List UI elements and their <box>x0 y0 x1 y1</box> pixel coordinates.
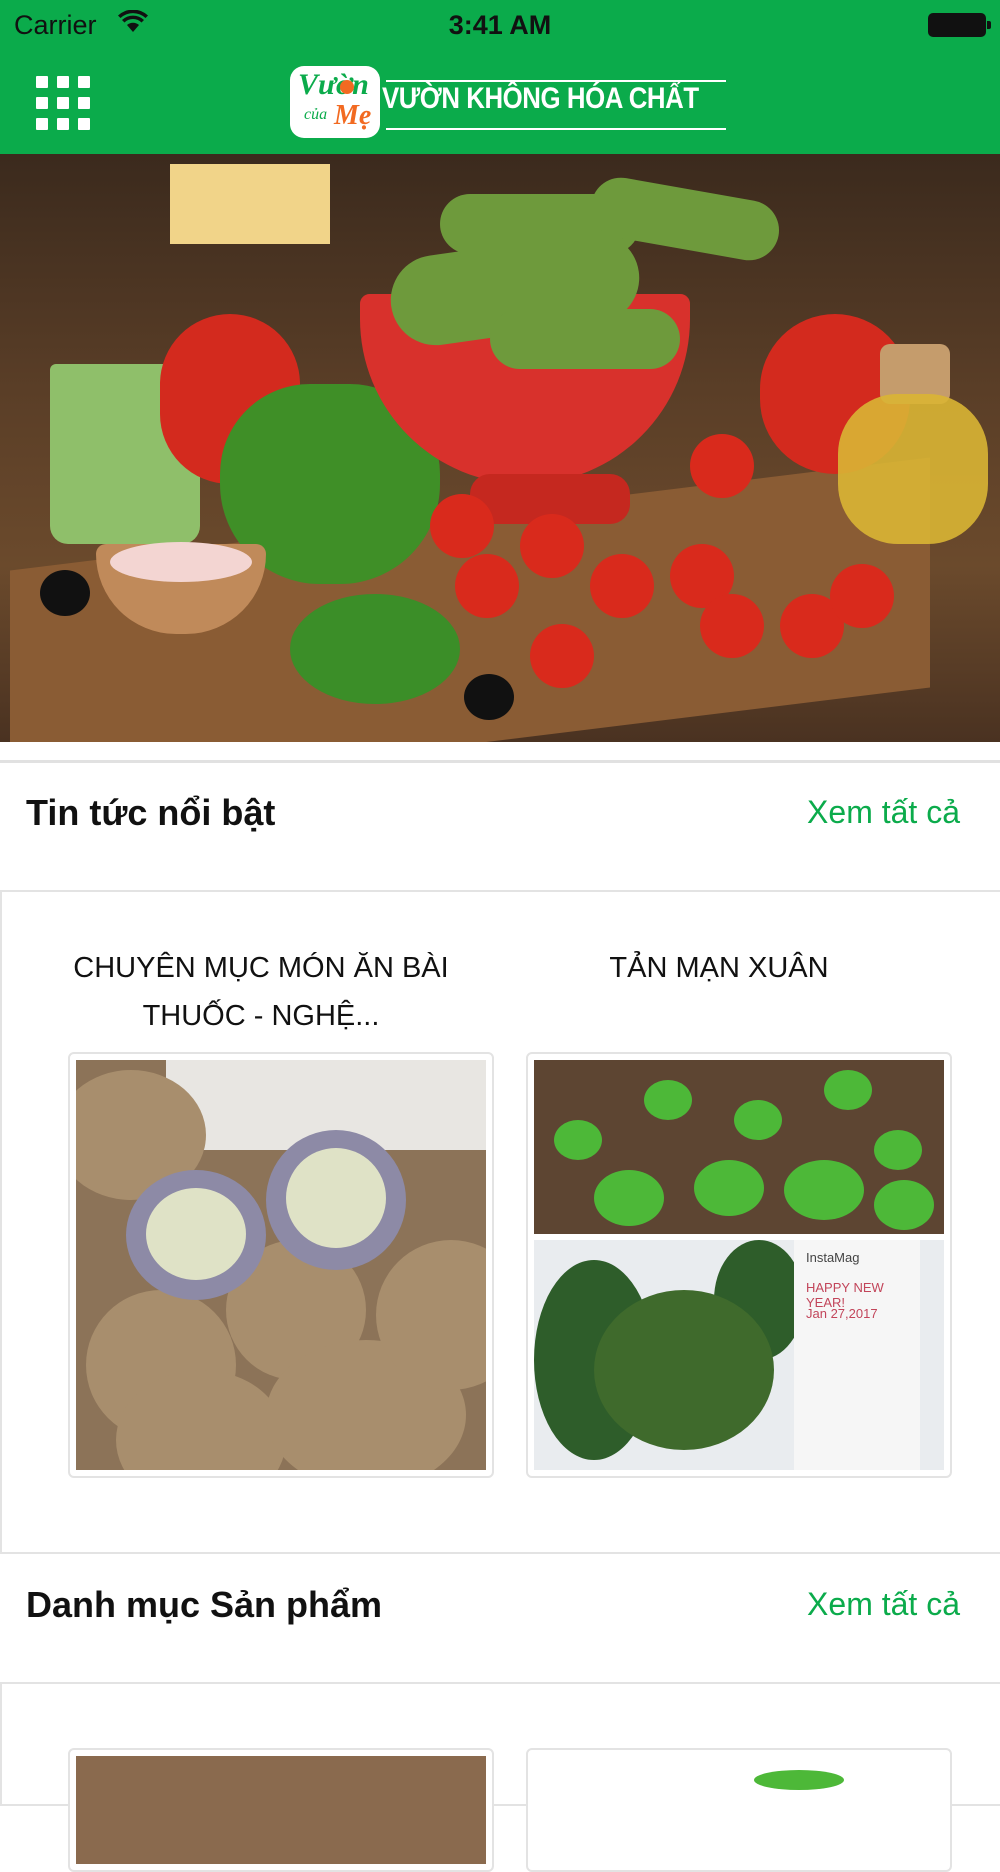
lettuce <box>874 1180 934 1230</box>
app-header: Vườn của Mẹ VƯỜN KHÔNG HÓA CHẤT <box>0 52 1000 154</box>
news-carousel: CHUYÊN MỤC MÓN ĂN BÀI THUỐC - NGHỆ... TẢ… <box>0 890 1000 1554</box>
parsley <box>290 594 460 704</box>
tomato <box>520 514 584 578</box>
app-logo: Vườn của Mẹ VƯỜN KHÔNG HÓA CHẤT <box>286 62 726 142</box>
tomato <box>590 554 654 618</box>
status-bar: Carrier 3:41 AM <box>0 0 1000 52</box>
product-image <box>76 1756 486 1864</box>
news-item[interactable]: CHUYÊN MỤC MÓN ĂN BÀI THUỐC - NGHỆ... <box>48 892 494 1532</box>
products-carousel <box>0 1682 1000 1872</box>
battery-icon <box>928 13 991 37</box>
olive <box>464 674 514 720</box>
news-thumbnail <box>68 1052 494 1478</box>
hero-banner[interactable] <box>0 154 1000 742</box>
product-thumbnail[interactable] <box>68 1748 494 1872</box>
broccoli-photo: InstaMag HAPPY NEW YEAR! Jan 27,2017 <box>534 1240 944 1470</box>
lettuce-field <box>534 1060 944 1234</box>
product-thumbnail[interactable] <box>526 1748 952 1872</box>
lettuce <box>644 1080 692 1120</box>
clock: 3:41 AM <box>448 10 552 40</box>
news-section-header: Tin tức nổi bật Xem tất cả <box>0 764 1000 864</box>
news-item-title: CHUYÊN MỤC MÓN ĂN BÀI THUỐC - NGHỆ... <box>73 952 449 1032</box>
instamag-date: Jan 27,2017 <box>806 1306 878 1321</box>
products-see-all-link[interactable]: Xem tất cả <box>807 1586 960 1623</box>
olive <box>40 570 90 616</box>
garden-collage-image: InstaMag HAPPY NEW YEAR! Jan 27,2017 <box>534 1060 944 1470</box>
logo-brand-line1: Vườn <box>298 68 369 101</box>
products-section-title: Danh mục Sản phẩm <box>26 1584 383 1625</box>
lettuce <box>694 1160 764 1216</box>
broccoli <box>594 1290 774 1450</box>
tomato <box>430 494 494 558</box>
logo-brand-line3: Mẹ <box>334 100 372 131</box>
lettuce <box>554 1120 602 1160</box>
lettuce <box>594 1170 664 1226</box>
tuber-core <box>146 1188 246 1280</box>
logo-rule-bottom <box>386 128 726 130</box>
products-section-header: Danh mục Sản phẩm Xem tất cả <box>0 1556 1000 1656</box>
product-leaf <box>754 1770 844 1790</box>
news-section-title: Tin tức nổi bật <box>26 792 276 833</box>
section-divider <box>0 760 1000 763</box>
logo-tagline: VƯỜN KHÔNG HÓA CHẤT <box>382 82 699 115</box>
tomato <box>690 434 754 498</box>
cucumber <box>490 309 680 369</box>
news-item-title: TẢN MẠN XUÂN <box>609 952 829 984</box>
tubers-image <box>76 1060 486 1470</box>
lettuce <box>874 1130 922 1170</box>
tuber-core <box>286 1148 386 1248</box>
lettuce <box>734 1100 782 1140</box>
tomato <box>830 564 894 628</box>
menu-button[interactable] <box>36 76 90 130</box>
logo-mark: Vườn của Mẹ <box>290 66 380 138</box>
lettuce <box>784 1160 864 1220</box>
tomato <box>700 594 764 658</box>
lettuce <box>824 1070 872 1110</box>
pink-salt <box>110 542 252 582</box>
oil-bottle <box>838 394 988 544</box>
tomato <box>455 554 519 618</box>
instamag-label: InstaMag <box>806 1250 860 1265</box>
news-see-all-link[interactable]: Xem tất cả <box>807 794 960 831</box>
news-thumbnail: InstaMag HAPPY NEW YEAR! Jan 27,2017 <box>526 1052 952 1478</box>
instamag-panel: InstaMag HAPPY NEW YEAR! Jan 27,2017 <box>794 1240 920 1470</box>
news-item[interactable]: TẢN MẠN XUÂN InstaMag HAPPY NEW YEAR! Ja… <box>506 892 952 1532</box>
heart-icon <box>340 80 354 94</box>
logo-brand-line2: của <box>304 106 328 123</box>
tomato <box>530 624 594 688</box>
product-image <box>534 1756 944 1864</box>
cheese-shape <box>170 164 330 244</box>
